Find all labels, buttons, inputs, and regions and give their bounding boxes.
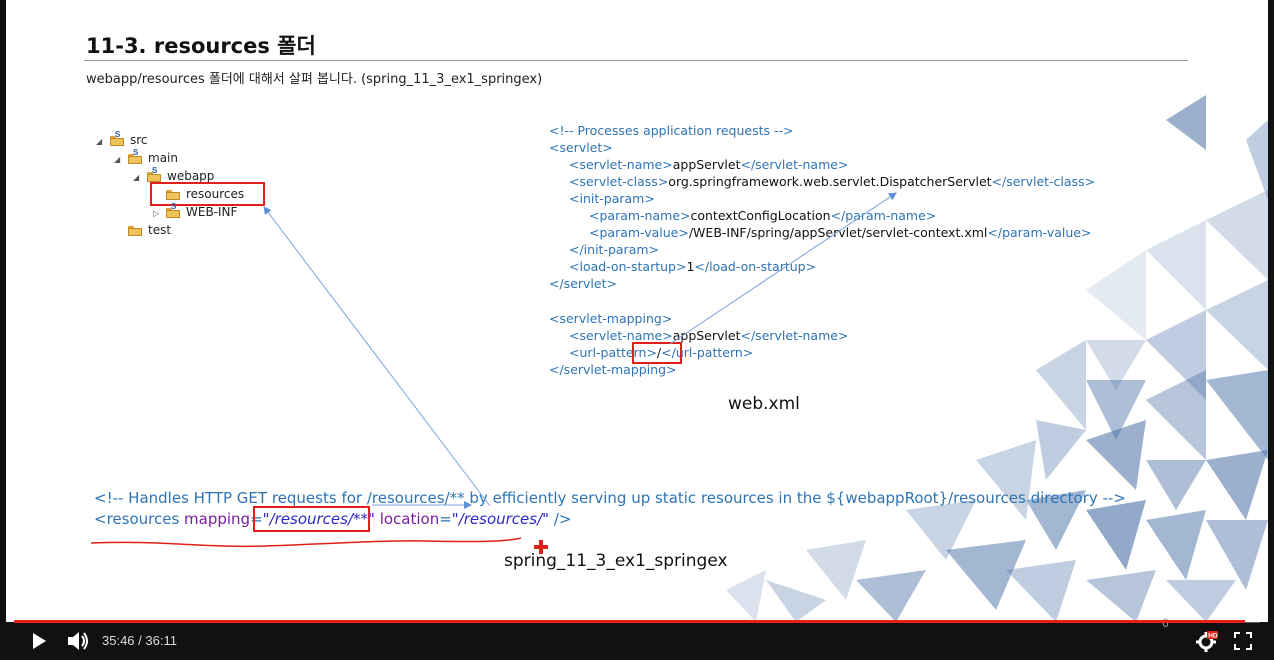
- svg-text:HD: HD: [1208, 633, 1218, 640]
- settings-gear-icon[interactable]: HD: [1196, 630, 1218, 652]
- volume-button[interactable]: [66, 630, 90, 652]
- annotation-arrows: [90, 192, 897, 548]
- project-caption: spring_11_3_ex1_springex: [504, 551, 728, 571]
- page-number: 6: [1162, 616, 1169, 630]
- duration: 36:11: [145, 633, 177, 648]
- current-time: 35:46: [102, 633, 135, 648]
- progress-bar[interactable]: [14, 620, 1260, 623]
- progress-bar-fill: [14, 620, 1246, 623]
- slide: 11-3. resources 폴더 webapp/resources 폴더에 …: [6, 0, 1268, 622]
- fullscreen-button[interactable]: [1234, 632, 1252, 650]
- time-display: 35:46 / 36:11: [102, 633, 177, 648]
- play-button[interactable]: [30, 632, 48, 650]
- time-separator: /: [134, 633, 146, 648]
